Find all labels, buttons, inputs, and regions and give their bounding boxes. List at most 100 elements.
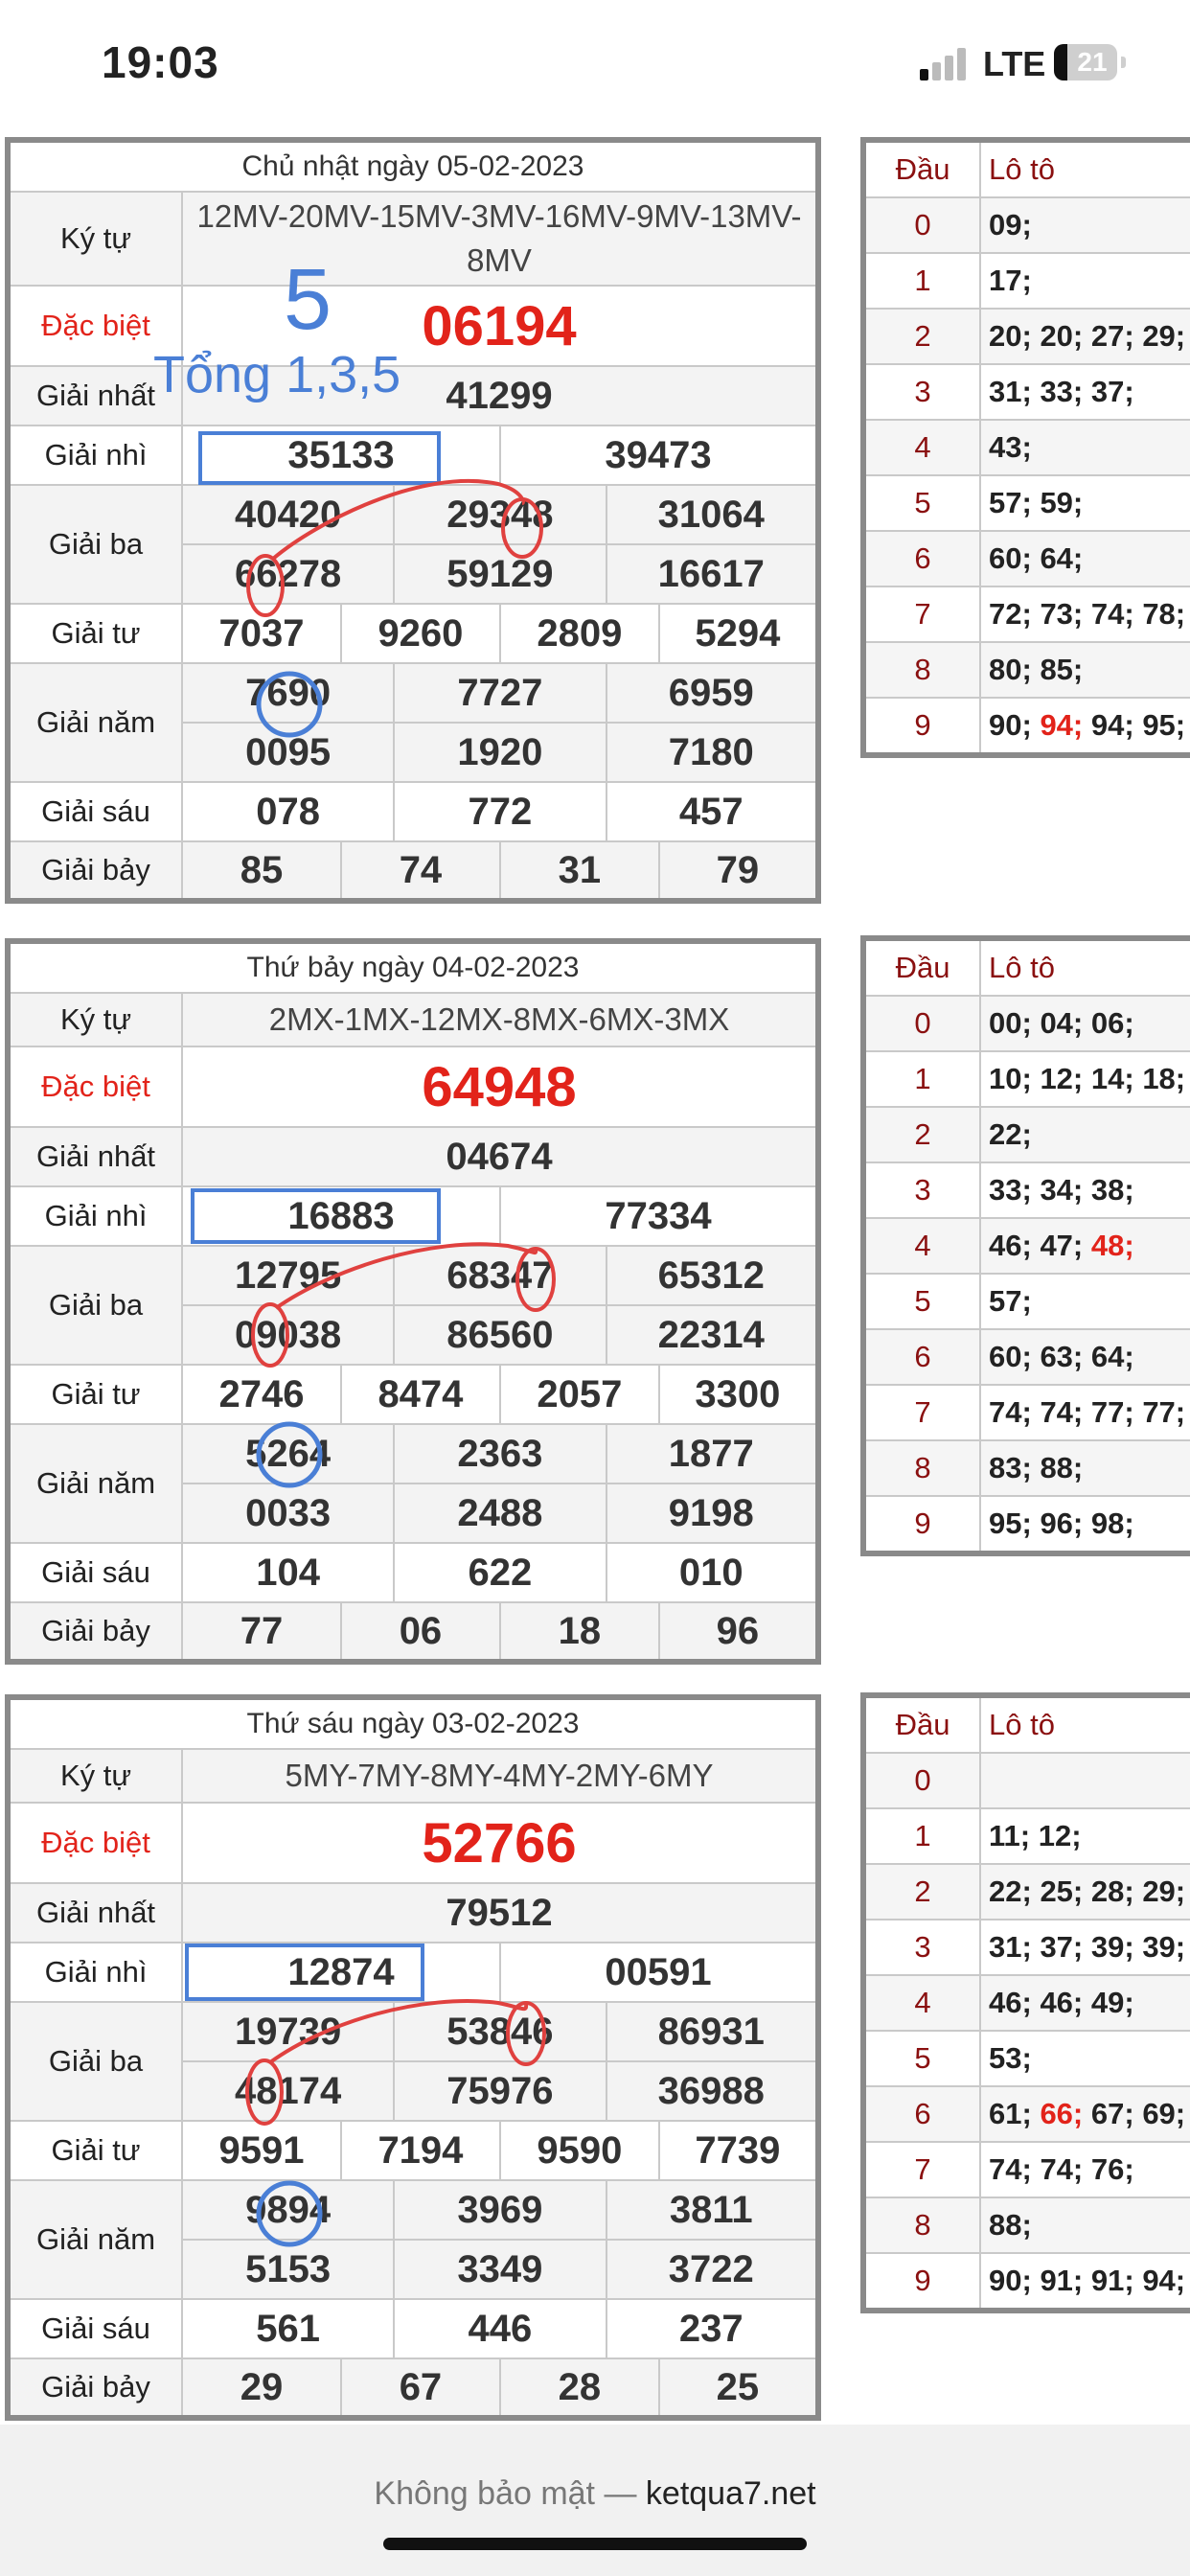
loto-row: 9 90; 91; 91; 94; bbox=[862, 2252, 1190, 2312]
loto-header-loto: Lô tô bbox=[979, 1694, 1190, 1754]
fifth-prize-value: 7727 bbox=[393, 662, 607, 724]
loto-number: 77; bbox=[1090, 1395, 1134, 1429]
loto-head-digit: 1 bbox=[862, 1050, 981, 1108]
second-prize-value: 16883 bbox=[181, 1185, 501, 1247]
loto-number: 46; bbox=[989, 1986, 1032, 2019]
loto-values: 00; 04; 06; bbox=[979, 995, 1190, 1052]
sixth-prize-value: 622 bbox=[393, 1542, 607, 1603]
seventh-prize-value: 28 bbox=[498, 2358, 660, 2419]
loto-number: 60; bbox=[989, 541, 1032, 575]
loto-number: 69; bbox=[1142, 2097, 1186, 2130]
result-row: Giải nhì 16883 77334 bbox=[6, 1185, 820, 1247]
loto-head-digit: 4 bbox=[862, 1974, 981, 2032]
label-giai-tu: Giải tư bbox=[6, 2120, 184, 2181]
loto-head-digit: 8 bbox=[862, 2196, 981, 2254]
loto-row: 3 33; 34; 38; bbox=[862, 1162, 1190, 1219]
loto-number: 73; bbox=[1040, 597, 1084, 631]
loto-head-digit: 4 bbox=[862, 1217, 981, 1275]
fourth-prize-value: 2057 bbox=[498, 1364, 660, 1425]
loto-row: 5 57; 59; bbox=[862, 474, 1190, 532]
label-giai-nhat: Giải nhất bbox=[6, 1126, 184, 1187]
loto-values: 46; 47; 48; bbox=[979, 1217, 1190, 1275]
seventh-prize-value: 77 bbox=[181, 1601, 342, 1663]
ky-tu-value: 12MV-20MV-15MV-3MV-16MV-9MV-13MV-8MV bbox=[181, 191, 819, 287]
loto-row: 7 74; 74; 77; 77; bbox=[862, 1384, 1190, 1441]
loto-head-digit: 6 bbox=[862, 2085, 981, 2143]
third-prize-value: 86931 bbox=[605, 2001, 820, 2062]
loto-number: 77; bbox=[1142, 1395, 1186, 1429]
loto-number: 64; bbox=[1040, 541, 1084, 575]
result-row: Giải ba 19739 53846 86931 bbox=[6, 2001, 820, 2122]
result-row: Giải ba 12795 68347 65312 bbox=[6, 1245, 820, 1366]
loto-row: 1 17; bbox=[862, 252, 1190, 310]
loto-number: 27; bbox=[1090, 319, 1134, 353]
loto-number: 66; bbox=[1040, 2097, 1084, 2130]
loto-number: 95; bbox=[989, 1506, 1032, 1540]
loto-head-digit: 9 bbox=[862, 1495, 981, 1554]
loto-header-row: Đầu Lô tô bbox=[862, 139, 1190, 198]
loto-number: 09; bbox=[989, 208, 1032, 242]
loto-number: 12; bbox=[1038, 1819, 1082, 1852]
loto-header-row: Đầu Lô tô bbox=[862, 1694, 1190, 1754]
result-row: Giải bảy 77 06 18 96 bbox=[6, 1601, 820, 1663]
loto-number: 74; bbox=[989, 2152, 1032, 2186]
fifth-prize-value: 3722 bbox=[605, 2239, 820, 2300]
loto-head-digit: 0 bbox=[862, 196, 981, 254]
loto-number: 91; bbox=[1090, 2264, 1134, 2297]
loto-row: 2 22; bbox=[862, 1106, 1190, 1163]
loto-number: 00; bbox=[989, 1006, 1032, 1040]
fifth-prize-value: 2488 bbox=[393, 1483, 607, 1544]
label-giai-nhat: Giải nhất bbox=[6, 1882, 184, 1944]
sixth-prize-value: 772 bbox=[393, 781, 607, 842]
loto-number: 37; bbox=[1090, 375, 1134, 408]
loto-number: 88; bbox=[1040, 1451, 1084, 1484]
loto-number: 29; bbox=[1142, 1874, 1186, 1908]
loto-number: 67; bbox=[1090, 2097, 1134, 2130]
third-prize-value: 29348 bbox=[393, 484, 607, 545]
loto-values: 10; 12; 14; 18; bbox=[979, 1050, 1190, 1108]
ky-tu-value: 5MY-7MY-8MY-4MY-2MY-6MY bbox=[181, 1748, 819, 1804]
domain-label: ketqua7.net bbox=[645, 2475, 816, 2512]
loto-number: 88; bbox=[989, 2208, 1032, 2242]
home-indicator[interactable] bbox=[383, 2538, 807, 2550]
loto-row: 7 74; 74; 76; bbox=[862, 2141, 1190, 2198]
result-row: Giải tư 2746 8474 2057 3300 bbox=[6, 1364, 820, 1425]
loto-values: 60; 64; bbox=[979, 530, 1190, 587]
loto-number: 43; bbox=[989, 430, 1032, 464]
loto-row: 0 09; bbox=[862, 196, 1190, 254]
result-row: Giải năm 7690 7727 6959 bbox=[6, 662, 820, 783]
loto-values: 31; 33; 37; bbox=[979, 363, 1190, 421]
label-giai-tu: Giải tư bbox=[6, 1364, 184, 1425]
loto-values: 11; 12; bbox=[979, 1807, 1190, 1865]
loto-number: 60; bbox=[989, 1340, 1032, 1373]
loto-number: 74; bbox=[989, 1395, 1032, 1429]
loto-head-digit: 7 bbox=[862, 586, 981, 643]
label-dac-biet: Đặc biệt bbox=[6, 1802, 184, 1884]
label-giai-nam: Giải năm bbox=[6, 2179, 184, 2300]
browser-footer: Không bảo mật — ketqua7.net bbox=[0, 2425, 1190, 2576]
loto-row: 6 61; 66; 67; 69; bbox=[862, 2085, 1190, 2143]
loto-number: 57; bbox=[989, 1284, 1032, 1318]
loto-head-digit: 3 bbox=[862, 1162, 981, 1219]
special-prize-value: 52766 bbox=[181, 1802, 819, 1884]
security-domain-label[interactable]: Không bảo mật — ketqua7.net bbox=[0, 2475, 1190, 2513]
loto-head-digit: 4 bbox=[862, 419, 981, 476]
fifth-prize-value: 7180 bbox=[605, 722, 820, 783]
loto-number: 78; bbox=[1142, 597, 1186, 631]
result-row: Giải sáu 561 446 237 bbox=[6, 2298, 820, 2359]
loto-head-digit: 2 bbox=[862, 308, 981, 365]
loto-row: 2 22; 25; 28; 29; bbox=[862, 1863, 1190, 1920]
network-type: LTE bbox=[983, 44, 1046, 83]
loto-number: 34; bbox=[1040, 1173, 1084, 1207]
loto-row: 9 95; 96; 98; bbox=[862, 1495, 1190, 1554]
loto-values: 53; bbox=[979, 2030, 1190, 2087]
seventh-prize-value: 79 bbox=[657, 840, 820, 902]
loto-table: Đầu Lô tô 0 00; 04; 06; 1 10; 12; 14; 18; 2 22;… bbox=[860, 935, 1190, 1556]
loto-values: 74; 74; 76; bbox=[979, 2141, 1190, 2198]
annotation-sum-note: Tổng 1,3,5 bbox=[153, 346, 401, 403]
fourth-prize-value: 3300 bbox=[657, 1364, 820, 1425]
loto-number: 80; bbox=[989, 653, 1032, 686]
loto-number: 20; bbox=[989, 319, 1032, 353]
loto-head-digit: 8 bbox=[862, 1439, 981, 1497]
result-table: Thứ sáu ngày 03-02-2023 Ký tự 5MY-7MY-8MY-… bbox=[5, 1694, 821, 2421]
